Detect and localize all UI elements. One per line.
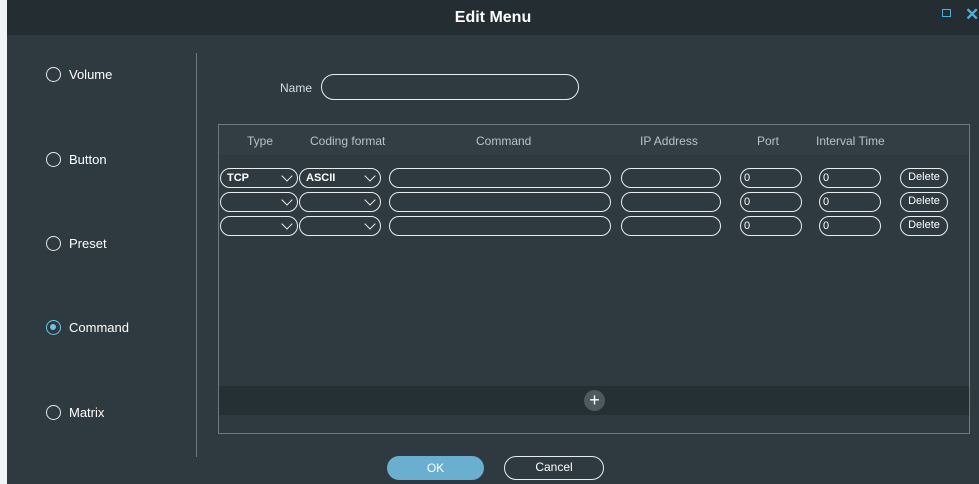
coding-value: ASCII bbox=[306, 172, 336, 184]
radio-matrix[interactable]: Matrix bbox=[46, 405, 104, 420]
cancel-button[interactable]: Cancel bbox=[504, 456, 604, 480]
chevron-down-icon bbox=[364, 170, 376, 182]
vertical-divider bbox=[196, 53, 197, 457]
interval-time-input[interactable]: 0 bbox=[819, 168, 881, 188]
dialog-title: Edit Menu bbox=[454, 9, 532, 26]
delete-button[interactable]: Delete bbox=[900, 192, 948, 212]
port-value: 0 bbox=[744, 172, 751, 184]
coding-format-select[interactable] bbox=[299, 216, 381, 236]
ip-address-input[interactable] bbox=[621, 168, 721, 188]
radio-button-checked-icon[interactable] bbox=[46, 320, 61, 335]
header-ip-address: IP Address bbox=[640, 134, 698, 148]
radio-button-icon[interactable] bbox=[46, 236, 61, 251]
interval-time-input[interactable]: 0 bbox=[819, 192, 881, 212]
command-input[interactable] bbox=[389, 168, 611, 188]
interval-value: 0 bbox=[823, 172, 830, 184]
port-input[interactable]: 0 bbox=[740, 216, 802, 236]
radio-label: Preset bbox=[69, 236, 107, 251]
type-select[interactable]: TCP bbox=[220, 168, 298, 188]
delete-button[interactable]: Delete bbox=[900, 168, 948, 188]
add-row-bar: + bbox=[219, 386, 969, 415]
add-row-button[interactable]: + bbox=[584, 390, 605, 411]
maximize-icon[interactable] bbox=[942, 9, 951, 17]
ip-address-input[interactable] bbox=[621, 192, 721, 212]
header-command: Command bbox=[476, 134, 532, 148]
radio-button-icon[interactable] bbox=[46, 67, 61, 82]
chevron-down-icon bbox=[281, 170, 293, 182]
radio-label: Button bbox=[69, 152, 107, 167]
port-input[interactable]: 0 bbox=[740, 168, 802, 188]
interval-time-input[interactable]: 0 bbox=[819, 216, 881, 236]
ok-button[interactable]: OK bbox=[387, 456, 484, 480]
command-input[interactable] bbox=[389, 192, 611, 212]
radio-command[interactable]: Command bbox=[46, 320, 129, 335]
delete-button[interactable]: Delete bbox=[900, 216, 948, 236]
radio-button[interactable]: Button bbox=[46, 152, 107, 167]
command-input[interactable] bbox=[389, 216, 611, 236]
chevron-down-icon bbox=[364, 194, 376, 206]
radio-preset[interactable]: Preset bbox=[46, 236, 107, 251]
header-type: Type bbox=[247, 134, 274, 148]
close-icon[interactable]: ✕ bbox=[965, 6, 979, 23]
header-interval-time: Interval Time bbox=[816, 134, 885, 148]
name-label: Name bbox=[280, 81, 313, 95]
coding-format-select[interactable]: ASCII bbox=[299, 168, 381, 188]
table-header: Type Coding format Command IP Address Po… bbox=[219, 125, 969, 155]
title-bar: Edit Menu ✕ bbox=[7, 0, 979, 35]
radio-button-icon[interactable] bbox=[46, 152, 61, 167]
port-value: 0 bbox=[744, 220, 751, 232]
interval-value: 0 bbox=[823, 220, 830, 232]
radio-button-icon[interactable] bbox=[46, 405, 61, 420]
coding-format-select[interactable] bbox=[299, 192, 381, 212]
interval-value: 0 bbox=[823, 196, 830, 208]
name-input[interactable] bbox=[321, 74, 579, 100]
ip-address-input[interactable] bbox=[621, 216, 721, 236]
type-select[interactable] bbox=[220, 192, 298, 212]
edit-menu-dialog: Edit Menu ✕ Volume Button Preset Command… bbox=[7, 0, 979, 484]
type-select[interactable] bbox=[220, 216, 298, 236]
radio-volume[interactable]: Volume bbox=[46, 67, 112, 82]
radio-label: Matrix bbox=[69, 405, 105, 420]
port-input[interactable]: 0 bbox=[740, 192, 802, 212]
chevron-down-icon bbox=[281, 194, 293, 206]
radio-label: Volume bbox=[69, 67, 113, 82]
header-coding-format: Coding format bbox=[310, 134, 386, 148]
radio-label: Command bbox=[69, 320, 129, 335]
header-port: Port bbox=[757, 134, 780, 148]
menu-type-sidebar: Volume Button Preset Command Matrix bbox=[7, 35, 197, 484]
chevron-down-icon bbox=[281, 218, 293, 230]
command-table-panel: Type Coding format Command IP Address Po… bbox=[218, 124, 970, 434]
chevron-down-icon bbox=[364, 218, 376, 230]
type-value: TCP bbox=[227, 172, 249, 184]
port-value: 0 bbox=[744, 196, 751, 208]
